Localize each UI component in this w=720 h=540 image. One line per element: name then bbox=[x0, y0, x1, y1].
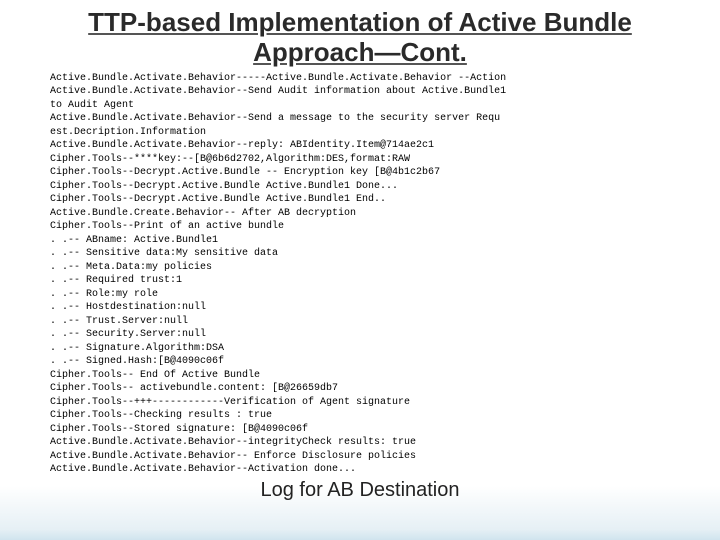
log-line: Cipher.Tools--Stored signature: [B@4090c… bbox=[50, 423, 690, 437]
log-line: Active.Bundle.Activate.Behavior--Activat… bbox=[50, 463, 690, 477]
log-line: Active.Bundle.Activate.Behavior-----Acti… bbox=[50, 72, 690, 86]
log-line: Active.Bundle.Activate.Behavior--reply: … bbox=[50, 139, 690, 153]
log-line: . .-- Role:my role bbox=[50, 288, 690, 302]
log-line: to Audit Agent bbox=[50, 99, 690, 113]
log-line: Active.Bundle.Create.Behavior-- After AB… bbox=[50, 207, 690, 221]
log-line: Active.Bundle.Activate.Behavior--integri… bbox=[50, 436, 690, 450]
slide-title: TTP-based Implementation of Active Bundl… bbox=[0, 0, 720, 68]
log-line: Cipher.Tools-- End Of Active Bundle bbox=[50, 369, 690, 383]
log-line: est.Decription.Information bbox=[50, 126, 690, 140]
log-line: . .-- Hostdestination:null bbox=[50, 301, 690, 315]
log-line: Cipher.Tools--Decrypt.Active.Bundle -- E… bbox=[50, 166, 690, 180]
log-line: . .-- Signature.Algorithm:DSA bbox=[50, 342, 690, 356]
log-line: . .-- Required trust:1 bbox=[50, 274, 690, 288]
log-line: Cipher.Tools-- activebundle.content: [B@… bbox=[50, 382, 690, 396]
log-line: Cipher.Tools--Checking results : true bbox=[50, 409, 690, 423]
log-line: Cipher.Tools--+++------------Verificatio… bbox=[50, 396, 690, 410]
log-line: . .-- Meta.Data:my policies bbox=[50, 261, 690, 275]
log-line: . .-- Signed.Hash:[B@4090c06f bbox=[50, 355, 690, 369]
log-line: . .-- Security.Server:null bbox=[50, 328, 690, 342]
log-line: Cipher.Tools--Decrypt.Active.Bundle Acti… bbox=[50, 193, 690, 207]
log-line: Cipher.Tools--Print of an active bundle bbox=[50, 220, 690, 234]
title-line-2: Approach—Cont. bbox=[253, 37, 467, 67]
log-line: Active.Bundle.Activate.Behavior--Send Au… bbox=[50, 85, 690, 99]
log-line: Cipher.Tools--****key:--[B@6b6d2702,Algo… bbox=[50, 153, 690, 167]
log-output: Active.Bundle.Activate.Behavior-----Acti… bbox=[50, 72, 690, 477]
log-line: . .-- Trust.Server:null bbox=[50, 315, 690, 329]
log-line: Cipher.Tools--Decrypt.Active.Bundle Acti… bbox=[50, 180, 690, 194]
log-line: . .-- ABname: Active.Bundle1 bbox=[50, 234, 690, 248]
log-line: . .-- Sensitive data:My sensitive data bbox=[50, 247, 690, 261]
log-line: Active.Bundle.Activate.Behavior-- Enforc… bbox=[50, 450, 690, 464]
title-line-1: TTP-based Implementation of Active Bundl… bbox=[88, 7, 632, 37]
log-line: Active.Bundle.Activate.Behavior--Send a … bbox=[50, 112, 690, 126]
slide: TTP-based Implementation of Active Bundl… bbox=[0, 0, 720, 540]
caption-text: Log for AB Destination bbox=[0, 479, 720, 502]
